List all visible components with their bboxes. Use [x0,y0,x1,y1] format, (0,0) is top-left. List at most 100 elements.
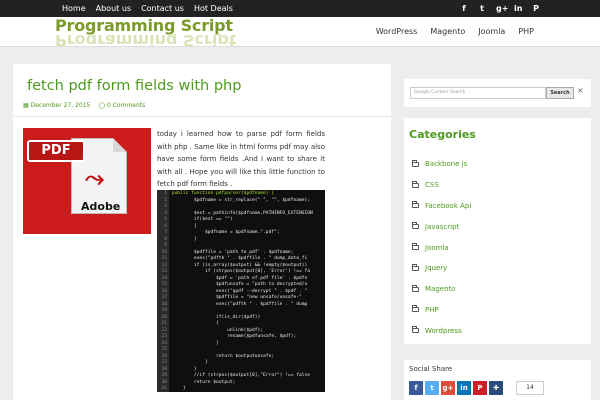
comment-icon: ◯ [98,102,106,109]
line-number: 31 [161,386,167,392]
topnav-contact-us[interactable]: Contact us [141,0,184,17]
code-block: 1 public function pdfparser($pdfname) {2… [157,190,325,392]
category-label[interactable]: Jquery [425,264,447,272]
code-text: if (is_array($output) && !empty($output)… [169,262,308,268]
post-date-text[interactable]: December 27, 2015 [31,102,91,109]
nav-wordpress[interactable]: WordPress [376,17,418,47]
facebook-icon[interactable]: f [409,381,423,395]
main-navigation: WordPress Magento Joomla PHP [376,17,534,47]
category-label[interactable]: Wordpress [425,327,462,335]
code-text: rename($pdfunsafe, $pdf); [169,334,297,340]
category-item[interactable]: Magento [412,279,471,300]
logo-reflection: Programming Script [55,34,237,46]
categories-list: Backbone js CSS Facebook Api Javascript … [412,154,471,341]
code-text: return $outputunsafe; [169,353,275,359]
pdf-banner: PDF [27,140,85,162]
folder-icon [412,305,419,313]
top-navigation: Home About us Contact us Hot Deals [62,0,243,17]
code-text: } [169,366,197,372]
code-text: $pdfname = $pdfname.".pdf"; [169,230,280,236]
linkedin-icon[interactable]: in [457,381,471,395]
code-text: } [169,236,197,242]
category-label[interactable]: Joomla [425,244,449,252]
topnav-about-us[interactable]: About us [96,0,131,17]
code-text: if (strpos($output[0], 'Error') !== fa [169,269,311,275]
category-label[interactable]: Facebook Api [425,202,471,210]
nav-magento[interactable]: Magento [430,17,465,47]
search-input[interactable]: Google Custom Search [410,87,546,99]
code-text: $ext = pathinfo($pdfname,PATHINFO_EXTENS… [169,210,313,216]
top-bar: Home About us Contact us Hot Deals f t g… [0,0,600,17]
category-label[interactable]: PHP [425,306,439,314]
code-text: } [169,340,219,346]
category-label[interactable]: Magento [425,285,456,293]
category-item[interactable]: Backbone js [412,154,471,175]
google-plus-icon[interactable]: g+ [496,4,508,13]
search-button[interactable]: Search [546,87,574,99]
social-share-title: Social Share [409,365,453,373]
code-text: exec("qpdf --decrypt " . $pdf . " [169,288,308,294]
top-social-links: f t g+ in P [460,0,540,17]
category-item[interactable]: Jquery [412,258,471,279]
code-text: exec("pdftk " . $pdffile . " dump [169,301,308,307]
folder-icon [412,201,419,209]
google-plus-icon[interactable]: g+ [441,381,455,395]
title-divider [13,116,391,117]
post-body: today i learned how to parse pdf form fi… [157,130,325,188]
calendar-icon: ▦ [23,102,29,109]
pinterest-icon[interactable]: P [473,381,487,395]
category-item[interactable]: CSS [412,175,471,196]
facebook-icon[interactable]: f [460,4,468,13]
code-text: $pdffile = "new unsafe/unsafe-" [169,295,302,301]
folder-icon [412,180,419,188]
search-widget: Google Custom Search Search × [404,79,591,107]
social-share-widget: Social Share f t g+ in P ✚ 14 [404,360,591,400]
category-label[interactable]: Backbone js [425,160,467,168]
category-item[interactable]: Joomla [412,237,471,258]
category-label[interactable]: CSS [425,181,439,189]
post-date: ▦ December 27, 2015 [23,102,90,109]
site-logo[interactable]: Programming Script Programming Script [55,16,237,47]
code-text: unlink($pdf); [169,327,264,333]
code-text: $pdf = 'path of pdf file' . $pdfn [169,275,308,281]
topnav-home[interactable]: Home [62,0,86,17]
folder-icon [412,326,419,334]
share-count: 14 [516,381,544,395]
twitter-icon[interactable]: t [425,381,439,395]
categories-widget: Categories Backbone js CSS Facebook Api … [404,118,591,344]
clear-search-icon[interactable]: × [577,86,584,95]
post-title[interactable]: fetch pdf form fields with php [27,78,241,94]
category-item[interactable]: Wordpress [412,320,471,341]
post-content: fetch pdf form fields with php ▦ Decembe… [13,64,391,400]
share-icon[interactable]: ✚ [489,381,503,395]
code-text: $pdffile = 'path to pdf' . $pdfname; [169,249,294,255]
twitter-icon[interactable]: t [478,4,486,13]
category-item[interactable]: PHP [412,300,471,321]
post-comments: ◯ 0 Comments [98,102,145,109]
category-item[interactable]: Javascript [412,216,471,237]
adobe-label: Adobe [81,200,121,213]
pinterest-icon[interactable]: P [532,4,540,13]
code-text: { [169,223,197,229]
pdf-image: PDF ⤳ Adobe [23,128,151,234]
folder-icon [412,263,419,271]
nav-joomla[interactable]: Joomla [478,17,505,47]
logo-text: Programming Script [55,16,233,35]
post-meta: ▦ December 27, 2015 ◯ 0 Comments [23,102,145,109]
share-buttons: f t g+ in P ✚ [409,381,503,395]
folder-icon [412,159,419,167]
code-text: if($ext == "") [169,217,233,223]
nav-php[interactable]: PHP [518,17,534,47]
category-item[interactable]: Facebook Api [412,196,471,217]
topnav-hot-deals[interactable]: Hot Deals [194,0,233,17]
post-comments-text[interactable]: 0 Comments [107,102,145,109]
folder-icon [412,222,419,230]
site-header: Programming Script Programming Script Wo… [0,17,600,47]
code-text: $pdfunsafe = "path to decrypted/u [169,282,308,288]
code-text: $pdfname = str_replace(" ", "", $pdfname… [169,197,311,203]
linkedin-icon[interactable]: in [514,4,522,13]
code-text: } [169,360,208,366]
category-label[interactable]: Javascript [425,223,459,231]
code-text: return $output; [169,379,236,385]
